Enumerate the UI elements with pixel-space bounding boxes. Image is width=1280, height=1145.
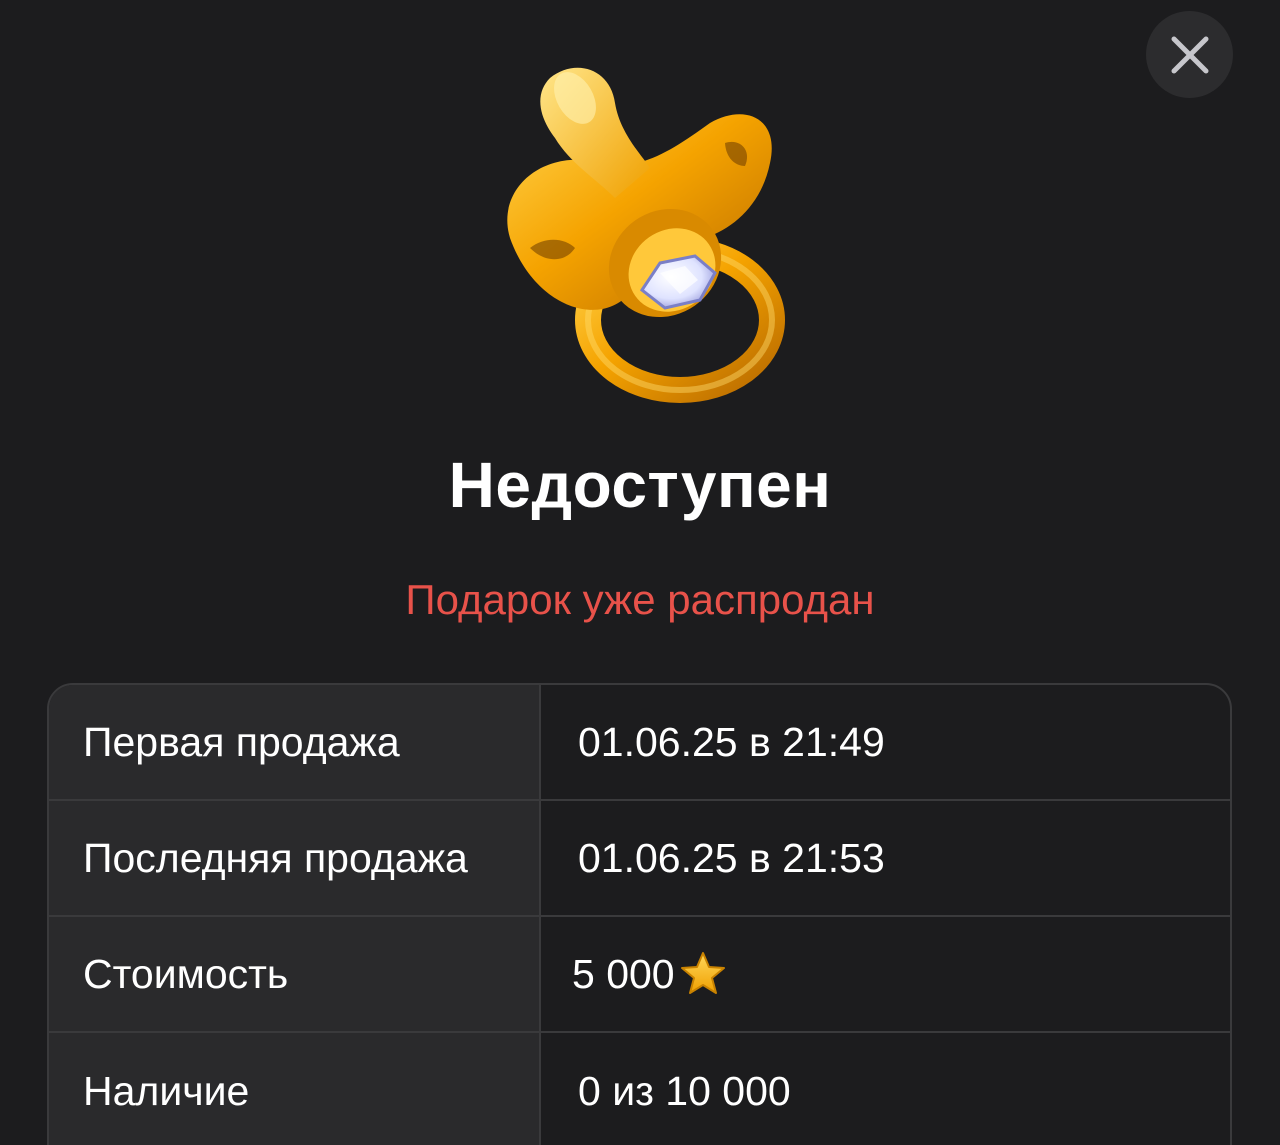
first-sale-value: 01.06.25 в 21:49	[578, 718, 885, 765]
table-row: Последняя продажа 01.06.25 в 21:53	[49, 801, 1230, 917]
last-sale-label: Последняя продажа	[49, 801, 541, 915]
page-title: Недоступен	[448, 449, 832, 521]
close-icon	[1171, 36, 1208, 73]
last-sale-value: 01.06.25 в 21:53	[578, 834, 885, 881]
golden-pacifier-icon	[507, 67, 785, 403]
availability-value: 0 из 10 000	[578, 1067, 791, 1114]
availability-label: Наличие	[49, 1033, 541, 1145]
gift-details-table: Первая продажа 01.06.25 в 21:49 Последня…	[47, 683, 1232, 1145]
table-row: Стоимость 5 000	[49, 917, 1230, 1033]
sold-out-status: Подарок уже распродан	[405, 576, 875, 623]
price-value: 5 000	[572, 950, 675, 997]
table-row: Первая продажа 01.06.25 в 21:49	[49, 685, 1230, 801]
table-row: Наличие 0 из 10 000	[49, 1033, 1230, 1145]
price-value-cell: 5 000	[541, 917, 1230, 1031]
star-icon	[680, 952, 725, 994]
first-sale-label: Первая продажа	[49, 685, 541, 799]
close-button[interactable]	[1146, 11, 1233, 98]
gift-info-sheet: Недоступен Подарок уже распродан Первая …	[0, 0, 1280, 1145]
price-label: Стоимость	[49, 917, 541, 1031]
